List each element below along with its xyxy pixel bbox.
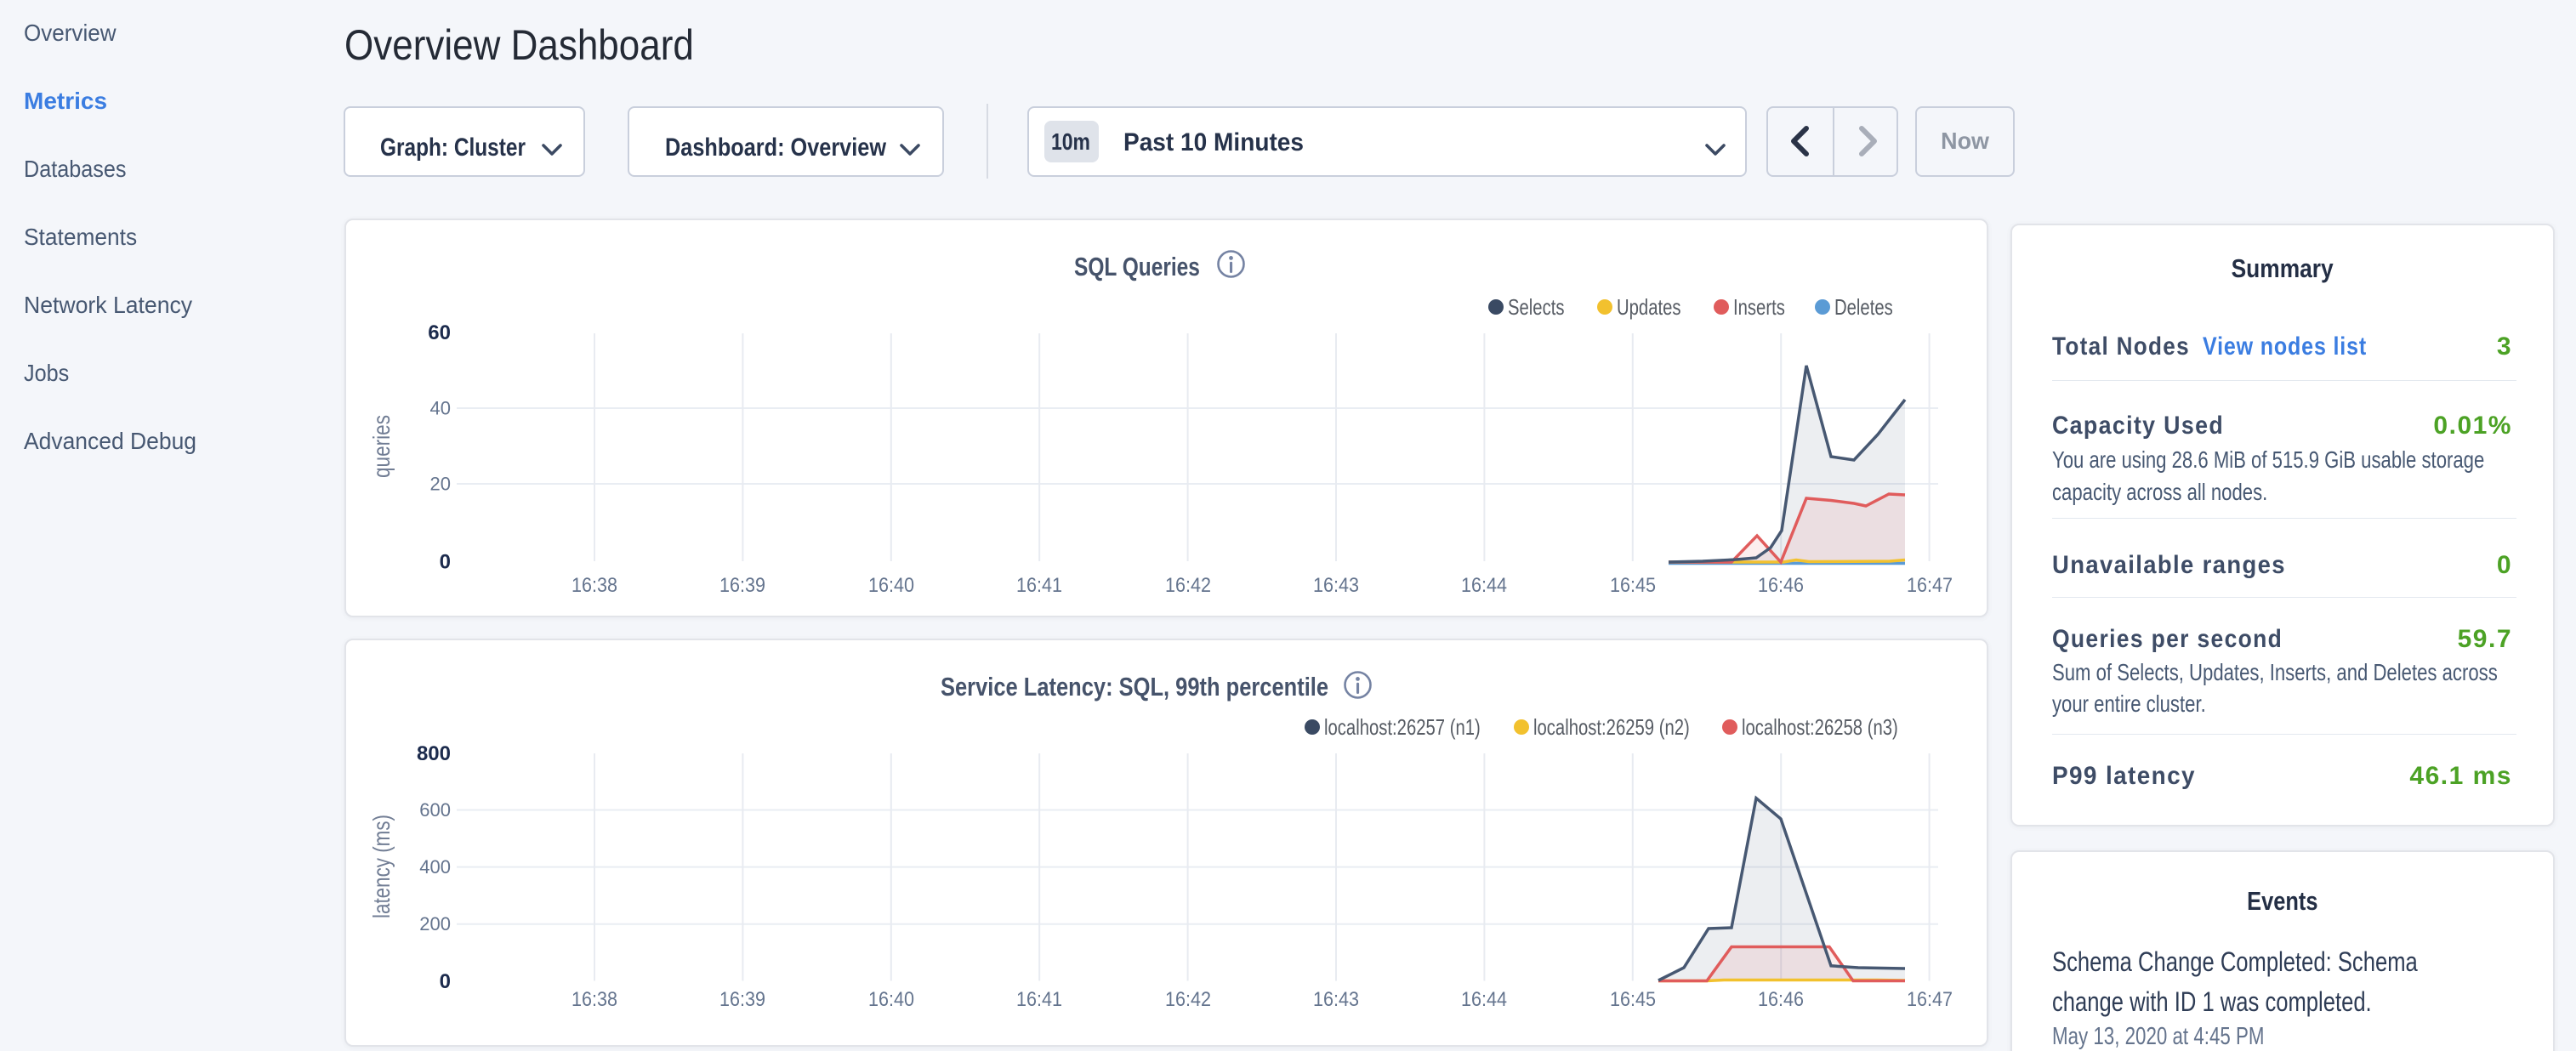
svg-text:40: 40: [430, 398, 451, 419]
svg-text:200: 200: [419, 913, 451, 935]
svg-text:16:45: 16:45: [1610, 988, 1656, 1011]
svg-text:16:47: 16:47: [1907, 988, 1953, 1011]
svg-text:16:44: 16:44: [1461, 574, 1507, 597]
svg-text:800: 800: [417, 742, 451, 765]
svg-text:16:46: 16:46: [1758, 574, 1804, 597]
svg-text:600: 600: [419, 799, 451, 821]
svg-text:16:41: 16:41: [1016, 988, 1062, 1011]
svg-text:16:46: 16:46: [1758, 988, 1804, 1011]
svg-text:0: 0: [440, 551, 451, 574]
svg-text:queries: queries: [368, 415, 395, 478]
svg-text:16:43: 16:43: [1313, 574, 1359, 597]
svg-text:16:43: 16:43: [1313, 988, 1359, 1011]
svg-text:16:39: 16:39: [719, 574, 765, 597]
svg-text:16:41: 16:41: [1016, 574, 1062, 597]
svg-text:16:42: 16:42: [1165, 574, 1211, 597]
svg-text:16:42: 16:42: [1165, 988, 1211, 1011]
svg-text:400: 400: [419, 856, 451, 878]
svg-text:16:40: 16:40: [868, 574, 914, 597]
svg-text:16:39: 16:39: [719, 988, 765, 1011]
svg-text:16:44: 16:44: [1461, 988, 1507, 1011]
svg-text:16:40: 16:40: [868, 988, 914, 1011]
svg-text:20: 20: [430, 474, 451, 495]
svg-text:latency (ms): latency (ms): [368, 815, 395, 918]
svg-text:0: 0: [440, 970, 451, 993]
svg-text:60: 60: [428, 321, 451, 344]
svg-text:16:38: 16:38: [571, 574, 617, 597]
svg-text:16:47: 16:47: [1907, 574, 1953, 597]
svg-text:16:45: 16:45: [1610, 574, 1656, 597]
svg-text:16:38: 16:38: [571, 988, 617, 1011]
